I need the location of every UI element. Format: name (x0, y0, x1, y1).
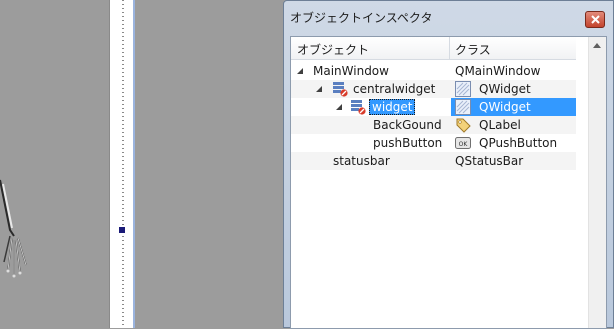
column-divider[interactable] (449, 37, 450, 59)
skeleton-image (0, 179, 27, 278)
object-class: QMainWindow (455, 64, 541, 78)
vertical-scrollbar[interactable] (588, 37, 606, 328)
object-class: QWidget (479, 82, 531, 96)
object-name: MainWindow (313, 64, 389, 78)
layout-broken-icon (333, 82, 348, 97)
column-header-class[interactable]: クラス (455, 41, 491, 58)
pushbutton-icon: OK (455, 137, 471, 149)
tree-row-centralwidget[interactable]: centralwidget QWidget (291, 80, 576, 98)
label-tag-icon (456, 118, 471, 133)
inspector-title: オブジェクトインスペクタ (290, 11, 433, 25)
chevron-up-icon (593, 43, 601, 48)
object-name: centralwidget (353, 82, 436, 96)
object-name: statusbar (333, 154, 390, 168)
form-border-guide (109, 0, 136, 328)
inspector-titlebar[interactable]: オブジェクトインスペクタ (284, 1, 613, 31)
scroll-up-button[interactable] (589, 37, 606, 54)
object-class: QWidget (479, 100, 531, 114)
layout-broken-icon (351, 100, 366, 115)
object-class: QStatusBar (455, 154, 524, 168)
object-inspector-window: オブジェクトインスペクタ オブジェクト クラス MainWindow QMain… (283, 0, 614, 329)
object-name: BackGound (373, 118, 442, 132)
expand-arrow-icon[interactable] (297, 68, 303, 74)
form-canvas[interactable] (0, 0, 109, 328)
tree-row-statusbar[interactable]: statusbar QStatusBar (291, 152, 576, 170)
object-name: pushButton (373, 136, 443, 150)
tree-row-widget[interactable]: widget QWidget (291, 98, 576, 116)
designer-background (135, 0, 283, 328)
object-class: QLabel (479, 118, 521, 132)
object-name-editing[interactable]: widget (369, 99, 416, 115)
svg-text:OK: OK (459, 141, 469, 148)
close-icon (591, 15, 600, 24)
tree-header: オブジェクト クラス (291, 37, 576, 60)
widget-icon (455, 99, 471, 115)
tree-row-backgound[interactable]: BackGound QLabel (291, 116, 576, 134)
widget-icon (455, 81, 471, 97)
object-tree[interactable]: オブジェクト クラス MainWindow QMainWindow centra… (290, 36, 607, 329)
grid-dots (122, 0, 124, 328)
expand-arrow-icon[interactable] (336, 104, 342, 110)
object-class: QPushButton (479, 136, 558, 150)
resize-handle[interactable] (119, 227, 125, 233)
tree-row-pushbutton[interactable]: pushButton OK QPushButton (291, 134, 576, 152)
tree-row-mainwindow[interactable]: MainWindow QMainWindow (291, 62, 576, 80)
close-button[interactable] (585, 11, 605, 28)
column-header-object[interactable]: オブジェクト (297, 41, 369, 58)
expand-arrow-icon[interactable] (316, 86, 322, 92)
